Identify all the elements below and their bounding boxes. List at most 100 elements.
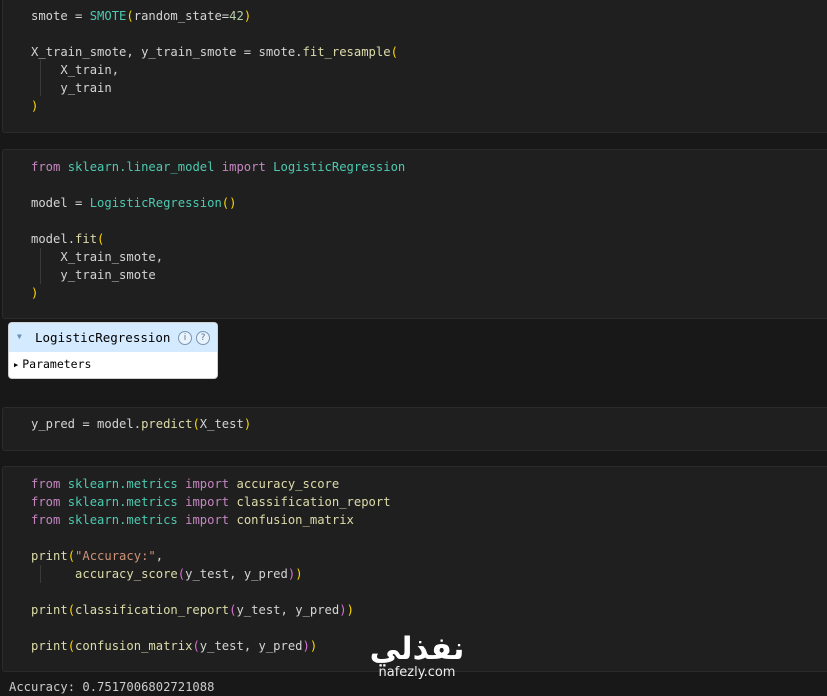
code-token: classification_report — [236, 495, 391, 509]
code-token: import — [221, 160, 266, 174]
code-token: ( — [192, 417, 200, 431]
code-token: random_state — [133, 9, 222, 23]
code-token: ( — [177, 567, 186, 581]
code-line[interactable]: from sklearn.linear_model import Logisti… — [31, 158, 405, 176]
code-line[interactable]: from sklearn.metrics import accuracy_sco… — [31, 475, 339, 493]
code-line[interactable]: y_train — [31, 79, 112, 97]
code-token: ( — [67, 639, 76, 653]
code-line[interactable]: X_train_smote, — [31, 248, 163, 266]
code-token: ) — [339, 603, 347, 617]
code-token: sklearn.metrics — [67, 477, 178, 491]
code-token: sklearn.linear_model — [67, 160, 215, 174]
code-cell-logistic-regression[interactable]: from sklearn.linear_model import Logisti… — [2, 149, 827, 319]
code-line[interactable]: model = LogisticRegression() — [31, 194, 236, 212]
parameters-label: Parameters — [22, 357, 92, 371]
code-token: y_test — [236, 603, 281, 617]
code-token: ) — [31, 286, 39, 300]
code-token: , — [111, 63, 120, 77]
watermark-url: nafezly.com — [378, 665, 456, 680]
code-token: ) — [243, 417, 252, 431]
code-token: smote — [31, 9, 68, 23]
code-token: , — [155, 250, 164, 264]
code-line[interactable]: print(classification_report(y_test, y_pr… — [31, 601, 354, 619]
code-token: confusion_matrix — [75, 639, 193, 653]
code-token: print — [31, 639, 68, 653]
code-line[interactable]: smote = SMOTE(random_state=42) — [31, 7, 251, 25]
code-token: ( — [192, 639, 200, 653]
code-token: classification_report — [75, 603, 230, 617]
code-cell-smote[interactable]: smote = SMOTE(random_state=42) X_train_sm… — [2, 0, 827, 133]
code-token: sklearn.metrics — [67, 513, 178, 527]
code-line[interactable]: X_train, — [31, 61, 119, 79]
code-token: from — [31, 495, 61, 509]
code-line[interactable]: print(confusion_matrix(y_test, y_pred)) — [31, 637, 317, 655]
code-token: ( — [126, 9, 134, 23]
code-token: ( — [390, 45, 398, 59]
code-token: from — [31, 513, 61, 527]
code-token: ) — [346, 603, 354, 617]
code-token: LogisticRegression — [89, 196, 222, 210]
code-token: X_test — [199, 417, 244, 431]
code-token: ) — [302, 639, 310, 653]
code-token: y_test — [185, 567, 230, 581]
code-line[interactable]: ) — [31, 284, 38, 302]
code-token: SMOTE — [89, 9, 127, 23]
parameters-toggle[interactable]: ▶ Parameters — [14, 357, 91, 371]
code-line[interactable]: y_train_smote — [31, 266, 155, 284]
code-token: = — [67, 9, 90, 23]
code-line[interactable]: accuracy_score(y_test, y_pred)) — [31, 565, 303, 583]
code-token: y_train_smote — [141, 45, 237, 59]
code-line[interactable]: from sklearn.metrics import classificati… — [31, 493, 391, 511]
code-token: ) — [31, 99, 39, 113]
watermark-logo: نفذلي nafezly.com — [362, 630, 472, 688]
code-token: y_pred — [243, 567, 288, 581]
code-token: y_pred — [31, 417, 76, 431]
code-token: ) — [309, 639, 318, 653]
code-token: . — [67, 232, 76, 246]
code-token: X_train_smote — [60, 250, 156, 264]
code-line[interactable]: from sklearn.metrics import confusion_ma… — [31, 511, 354, 529]
code-token: import — [185, 513, 230, 527]
code-cell-predict[interactable]: y_pred = model.predict(X_test) — [2, 407, 827, 451]
code-line[interactable]: X_train_smote, y_train_smote = smote.fit… — [31, 43, 398, 61]
code-token: ) — [295, 567, 303, 581]
estimator-widget: ▼ LogisticRegression i ? ▶ Parameters — [9, 323, 217, 378]
code-token: , — [229, 567, 244, 581]
code-token: = — [75, 417, 98, 431]
code-token: from — [31, 160, 61, 174]
code-token: = — [236, 45, 259, 59]
code-token: ) — [243, 9, 252, 23]
code-line[interactable]: y_pred = model.predict(X_test) — [31, 415, 251, 433]
code-line[interactable]: ) — [31, 97, 38, 115]
code-token: print — [31, 549, 68, 563]
code-token: model — [97, 417, 134, 431]
code-token: , — [243, 639, 259, 653]
code-token: y_train — [60, 81, 112, 95]
code-token: print — [31, 603, 68, 617]
cell-output-accuracy: Accuracy: 0.7517006802721088 — [9, 680, 215, 694]
estimator-widget-header[interactable]: ▼ LogisticRegression i ? — [9, 323, 217, 352]
code-token: , — [280, 603, 296, 617]
code-line[interactable]: model.fit( — [31, 230, 104, 248]
code-token: sklearn.metrics — [67, 495, 178, 509]
code-token: model — [31, 196, 68, 210]
info-icon[interactable]: i — [178, 331, 192, 345]
help-icon[interactable]: ? — [196, 331, 210, 345]
code-token: LogisticRegression — [273, 160, 406, 174]
code-token: from — [31, 477, 61, 491]
code-token: import — [185, 495, 230, 509]
collapse-arrow-icon[interactable]: ▼ — [17, 332, 22, 341]
code-token: . — [295, 45, 303, 59]
code-token: accuracy_score — [236, 477, 340, 491]
code-line[interactable]: print("Accuracy:", — [31, 547, 163, 565]
